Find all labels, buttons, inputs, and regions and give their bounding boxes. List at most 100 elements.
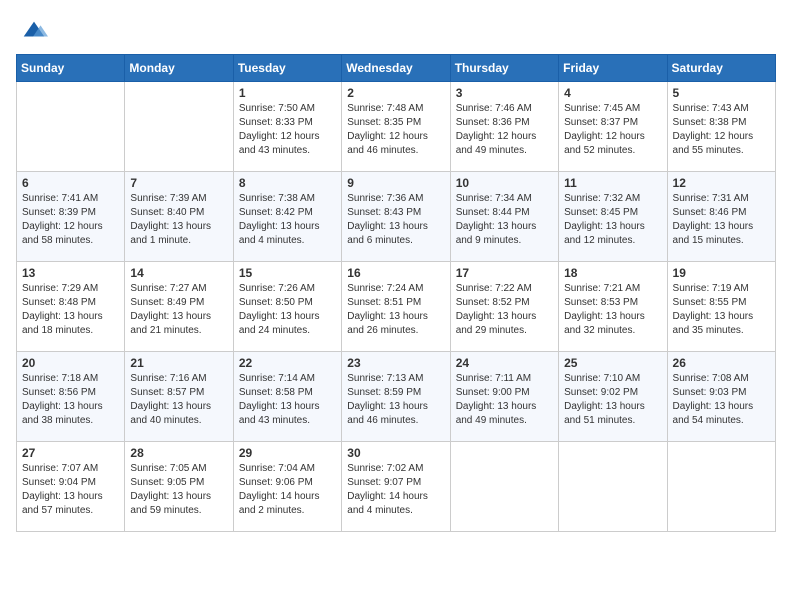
calendar-cell: 29 Sunrise: 7:04 AM Sunset: 9:06 PM Dayli… — [233, 442, 341, 532]
day-number: 9 — [347, 176, 444, 190]
cell-info: Sunrise: 7:29 AM Sunset: 8:48 PM Dayligh… — [22, 282, 119, 338]
page-header — [16, 16, 776, 44]
day-number: 15 — [239, 266, 336, 280]
calendar-cell — [125, 82, 233, 172]
calendar-cell: 13 Sunrise: 7:29 AM Sunset: 8:48 PM Dayli… — [17, 262, 125, 352]
calendar-cell: 18Sunrise: 7:21 AM Sunset: 8:53 PM Dayli… — [559, 262, 667, 352]
cell-info: Sunrise: 7:10 AM Sunset: 9:02 PM Dayligh… — [564, 372, 661, 428]
cell-info: Sunrise: 7:48 AM Sunset: 8:35 PM Dayligh… — [347, 102, 444, 158]
cell-info: Sunrise: 7:31 AM Sunset: 8:46 PM Dayligh… — [673, 192, 770, 248]
cell-info: Sunrise: 7:32 AM Sunset: 8:45 PM Dayligh… — [564, 192, 661, 248]
calendar-cell: 15 Sunrise: 7:26 AM Sunset: 8:50 PM Dayli… — [233, 262, 341, 352]
calendar-cell: 10 Sunrise: 7:34 AM Sunset: 8:44 PM Dayli… — [450, 172, 558, 262]
cell-info: Sunrise: 7:38 AM Sunset: 8:42 PM Dayligh… — [239, 192, 336, 248]
day-of-week-header: Wednesday — [342, 55, 450, 82]
calendar-cell: 27 Sunrise: 7:07 AM Sunset: 9:04 PM Dayli… — [17, 442, 125, 532]
day-number: 11 — [564, 176, 661, 190]
day-number: 30 — [347, 446, 444, 460]
cell-info: Sunrise: 7:27 AM Sunset: 8:49 PM Dayligh… — [130, 282, 227, 338]
day-number: 8 — [239, 176, 336, 190]
calendar-cell: 7 Sunrise: 7:39 AM Sunset: 8:40 PM Daylig… — [125, 172, 233, 262]
cell-info: Sunrise: 7:41 AM Sunset: 8:39 PM Dayligh… — [22, 192, 119, 248]
day-number: 17 — [456, 266, 553, 280]
cell-info: Sunrise: 7:45 AM Sunset: 8:37 PM Dayligh… — [564, 102, 661, 158]
day-number: 26 — [673, 356, 770, 370]
cell-info: Sunrise: 7:39 AM Sunset: 8:40 PM Dayligh… — [130, 192, 227, 248]
calendar-cell: 20 Sunrise: 7:18 AM Sunset: 8:56 PM Dayli… — [17, 352, 125, 442]
day-number: 5 — [673, 86, 770, 100]
day-number: 14 — [130, 266, 227, 280]
day-number: 16 — [347, 266, 444, 280]
day-number: 22 — [239, 356, 336, 370]
calendar-week-row: 13 Sunrise: 7:29 AM Sunset: 8:48 PM Dayli… — [17, 262, 776, 352]
cell-info: Sunrise: 7:14 AM Sunset: 8:58 PM Dayligh… — [239, 372, 336, 428]
calendar-cell: 4 Sunrise: 7:45 AM Sunset: 8:37 PM Daylig… — [559, 82, 667, 172]
calendar-cell: 14 Sunrise: 7:27 AM Sunset: 8:49 PM Dayli… — [125, 262, 233, 352]
cell-info: Sunrise: 7:26 AM Sunset: 8:50 PM Dayligh… — [239, 282, 336, 338]
calendar-week-row: 27 Sunrise: 7:07 AM Sunset: 9:04 PM Dayli… — [17, 442, 776, 532]
cell-info: Sunrise: 7:05 AM Sunset: 9:05 PM Dayligh… — [130, 462, 227, 518]
cell-info: Sunrise: 7:18 AM Sunset: 8:56 PM Dayligh… — [22, 372, 119, 428]
day-number: 28 — [130, 446, 227, 460]
calendar-header-row: SundayMondayTuesdayWednesdayThursdayFrid… — [17, 55, 776, 82]
calendar-cell: 12 Sunrise: 7:31 AM Sunset: 8:46 PM Dayli… — [667, 172, 775, 262]
day-number: 3 — [456, 86, 553, 100]
calendar-cell: 6 Sunrise: 7:41 AM Sunset: 8:39 PM Daylig… — [17, 172, 125, 262]
calendar-cell: 30Sunrise: 7:02 AM Sunset: 9:07 PM Dayli… — [342, 442, 450, 532]
day-number: 27 — [22, 446, 119, 460]
logo — [16, 16, 48, 44]
day-of-week-header: Friday — [559, 55, 667, 82]
calendar-cell: 22 Sunrise: 7:14 AM Sunset: 8:58 PM Dayli… — [233, 352, 341, 442]
calendar-cell: 11 Sunrise: 7:32 AM Sunset: 8:45 PM Dayli… — [559, 172, 667, 262]
cell-info: Sunrise: 7:21 AM Sunset: 8:53 PM Dayligh… — [564, 282, 661, 338]
cell-info: Sunrise: 7:16 AM Sunset: 8:57 PM Dayligh… — [130, 372, 227, 428]
cell-info: Sunrise: 7:11 AM Sunset: 9:00 PM Dayligh… — [456, 372, 553, 428]
calendar-cell: 19 Sunrise: 7:19 AM Sunset: 8:55 PM Dayli… — [667, 262, 775, 352]
day-number: 13 — [22, 266, 119, 280]
calendar-cell: 17 Sunrise: 7:22 AM Sunset: 8:52 PM Dayli… — [450, 262, 558, 352]
calendar-cell: 9 Sunrise: 7:36 AM Sunset: 8:43 PM Daylig… — [342, 172, 450, 262]
calendar-cell: 1Sunrise: 7:50 AM Sunset: 8:33 PM Daylig… — [233, 82, 341, 172]
day-number: 7 — [130, 176, 227, 190]
cell-info: Sunrise: 7:24 AM Sunset: 8:51 PM Dayligh… — [347, 282, 444, 338]
logo-icon — [20, 16, 48, 44]
calendar-cell: 24 Sunrise: 7:11 AM Sunset: 9:00 PM Dayli… — [450, 352, 558, 442]
cell-info: Sunrise: 7:04 AM Sunset: 9:06 PM Dayligh… — [239, 462, 336, 518]
day-number: 2 — [347, 86, 444, 100]
day-number: 10 — [456, 176, 553, 190]
day-number: 4 — [564, 86, 661, 100]
calendar-cell: 25 Sunrise: 7:10 AM Sunset: 9:02 PM Dayli… — [559, 352, 667, 442]
calendar-cell: 5 Sunrise: 7:43 AM Sunset: 8:38 PM Daylig… — [667, 82, 775, 172]
day-number: 19 — [673, 266, 770, 280]
cell-info: Sunrise: 7:43 AM Sunset: 8:38 PM Dayligh… — [673, 102, 770, 158]
day-number: 23 — [347, 356, 444, 370]
calendar-week-row: 1Sunrise: 7:50 AM Sunset: 8:33 PM Daylig… — [17, 82, 776, 172]
day-number: 20 — [22, 356, 119, 370]
calendar-cell — [559, 442, 667, 532]
cell-info: Sunrise: 7:07 AM Sunset: 9:04 PM Dayligh… — [22, 462, 119, 518]
cell-info: Sunrise: 7:36 AM Sunset: 8:43 PM Dayligh… — [347, 192, 444, 248]
cell-info: Sunrise: 7:50 AM Sunset: 8:33 PM Dayligh… — [239, 102, 336, 158]
calendar-cell — [17, 82, 125, 172]
day-number: 25 — [564, 356, 661, 370]
cell-info: Sunrise: 7:08 AM Sunset: 9:03 PM Dayligh… — [673, 372, 770, 428]
day-number: 24 — [456, 356, 553, 370]
calendar-cell — [667, 442, 775, 532]
day-number: 29 — [239, 446, 336, 460]
cell-info: Sunrise: 7:34 AM Sunset: 8:44 PM Dayligh… — [456, 192, 553, 248]
calendar-cell: 21Sunrise: 7:16 AM Sunset: 8:57 PM Dayli… — [125, 352, 233, 442]
calendar-cell: 26 Sunrise: 7:08 AM Sunset: 9:03 PM Dayli… — [667, 352, 775, 442]
calendar-cell — [450, 442, 558, 532]
cell-info: Sunrise: 7:13 AM Sunset: 8:59 PM Dayligh… — [347, 372, 444, 428]
calendar-table: SundayMondayTuesdayWednesdayThursdayFrid… — [16, 54, 776, 532]
day-of-week-header: Tuesday — [233, 55, 341, 82]
day-of-week-header: Thursday — [450, 55, 558, 82]
calendar-cell: 8 Sunrise: 7:38 AM Sunset: 8:42 PM Daylig… — [233, 172, 341, 262]
cell-info: Sunrise: 7:19 AM Sunset: 8:55 PM Dayligh… — [673, 282, 770, 338]
day-number: 12 — [673, 176, 770, 190]
calendar-cell: 23 Sunrise: 7:13 AM Sunset: 8:59 PM Dayli… — [342, 352, 450, 442]
day-of-week-header: Saturday — [667, 55, 775, 82]
calendar-cell: 3Sunrise: 7:46 AM Sunset: 8:36 PM Daylig… — [450, 82, 558, 172]
cell-info: Sunrise: 7:22 AM Sunset: 8:52 PM Dayligh… — [456, 282, 553, 338]
day-number: 6 — [22, 176, 119, 190]
